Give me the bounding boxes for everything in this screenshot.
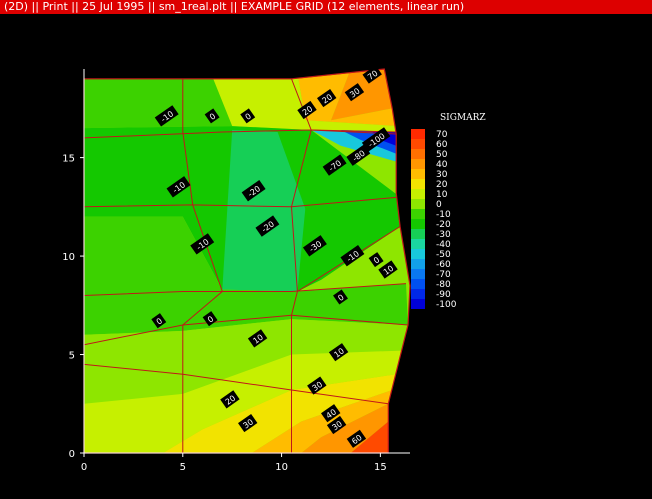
legend-swatch-11 [411, 239, 425, 249]
legend-label-0: 70 [436, 130, 448, 140]
color-legend: SIGMARZ 706050403020100-10-20-30-40-50-60… [411, 113, 486, 310]
legend-label-6: 10 [436, 190, 448, 200]
x-tick-label-3: 15 [374, 462, 387, 473]
x-tick-label-1: 5 [180, 462, 186, 473]
y-tick-label-3: 15 [62, 154, 75, 165]
legend-title: SIGMARZ [440, 113, 486, 123]
legend-label-2: 50 [436, 150, 448, 160]
window-title: (2D) || Print || 25 Jul 1995 || sm_1real… [4, 0, 465, 13]
window-title-bar: (2D) || Print || 25 Jul 1995 || sm_1real… [0, 0, 652, 14]
legend-swatch-7 [411, 199, 425, 209]
legend-label-7: 0 [436, 200, 442, 210]
y-tick-label-2: 10 [62, 252, 75, 263]
legend-label-15: -80 [436, 280, 451, 290]
legend-swatch-1 [411, 139, 425, 149]
legend-swatch-12 [411, 249, 425, 259]
legend-swatch-13 [411, 259, 425, 269]
legend-label-11: -40 [436, 240, 451, 250]
x-tick-label-0: 0 [81, 462, 87, 473]
contour-zones [84, 69, 410, 453]
legend-label-16: -90 [436, 290, 451, 300]
y-tick-label-0: 0 [69, 449, 75, 460]
legend-swatch-5 [411, 179, 425, 189]
legend-swatch-3 [411, 159, 425, 169]
legend-label-3: 40 [436, 160, 448, 170]
y-tick-label-1: 5 [69, 351, 75, 362]
legend-swatch-10 [411, 229, 425, 239]
legend-label-13: -60 [436, 260, 451, 270]
legend-swatch-9 [411, 219, 425, 229]
legend-swatch-17 [411, 299, 425, 309]
legend-swatch-4 [411, 169, 425, 179]
legend-swatch-16 [411, 289, 425, 299]
legend-swatch-2 [411, 149, 425, 159]
legend-label-12: -50 [436, 250, 451, 260]
legend-label-4: 30 [436, 170, 448, 180]
legend-label-5: 20 [436, 180, 448, 190]
legend-swatch-0 [411, 129, 425, 139]
legend-swatch-6 [411, 189, 425, 199]
legend-swatch-14 [411, 269, 425, 279]
legend-label-14: -70 [436, 270, 451, 280]
legend-label-9: -20 [436, 220, 451, 230]
legend-label-17: -100 [436, 300, 457, 310]
legend-label-8: -10 [436, 210, 451, 220]
legend-label-10: -30 [436, 230, 451, 240]
x-tick-label-2: 10 [275, 462, 288, 473]
legend-label-1: 60 [436, 140, 448, 150]
legend-swatch-8 [411, 209, 425, 219]
legend-swatch-15 [411, 279, 425, 289]
contour-plot: 0 5 10 15051015 70302020-10 0 0-100-80-70-10-… [62, 65, 486, 473]
